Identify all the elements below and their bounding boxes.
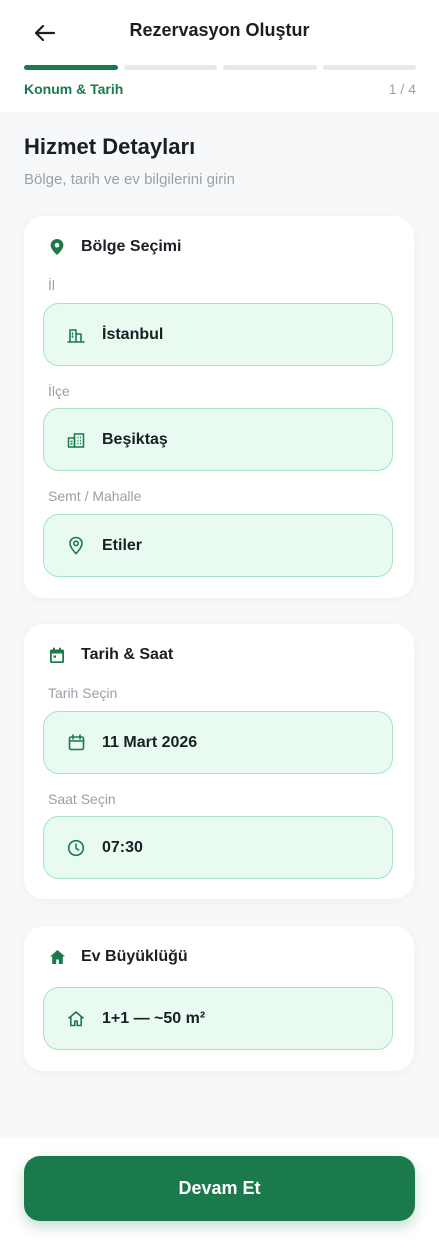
- home-size-card-header: Ev Büyüklüğü: [48, 948, 188, 966]
- date-label: Tarih Seçin: [48, 685, 118, 701]
- region-card-header: Bölge Seçimi: [48, 238, 181, 256]
- location-outline-icon: [66, 536, 86, 556]
- home-size-card: Ev Büyüklüğü 1+1 — ~50 m²: [24, 926, 414, 1071]
- app-header: Rezervasyon Oluştur Konum & Tarih 1 / 4: [0, 0, 439, 112]
- home-icon: [48, 948, 66, 966]
- district-select[interactable]: Beşiktaş: [43, 408, 393, 471]
- home-size-select[interactable]: 1+1 — ~50 m²: [43, 987, 393, 1050]
- calendar-icon: [48, 646, 66, 664]
- province-select[interactable]: İstanbul: [43, 303, 393, 366]
- district-buildings-icon: [66, 430, 86, 450]
- datetime-card: Tarih & Saat Tarih Seçin 11 Mart 2026 Sa…: [24, 624, 414, 899]
- calendar-outline-icon: [66, 733, 86, 753]
- continue-button[interactable]: Devam Et: [24, 1156, 415, 1221]
- province-value: İstanbul: [102, 325, 164, 343]
- clock-icon: [66, 838, 86, 858]
- province-label: İl: [48, 277, 55, 293]
- neighborhood-value: Etiler: [102, 536, 143, 554]
- time-picker[interactable]: 07:30: [43, 816, 393, 879]
- progress-segment-1: [24, 65, 118, 70]
- district-label: İlçe: [48, 383, 70, 399]
- step-progress-bar: [24, 65, 416, 70]
- datetime-card-title: Tarih & Saat: [81, 646, 174, 663]
- date-value: 11 Mart 2026: [102, 733, 198, 751]
- step-counter: 1 / 4: [388, 81, 416, 97]
- neighborhood-label: Semt / Mahalle: [48, 488, 142, 504]
- bottom-action-bar: Devam Et: [0, 1138, 439, 1248]
- district-value: Beşiktaş: [102, 430, 168, 448]
- time-label: Saat Seçin: [48, 791, 116, 807]
- region-card-title: Bölge Seçimi: [81, 238, 182, 255]
- city-building-icon: [66, 325, 86, 345]
- location-pin-icon: [48, 238, 66, 256]
- home-size-card-title: Ev Büyüklüğü: [81, 948, 188, 965]
- current-step-label: Konum & Tarih: [24, 81, 124, 97]
- progress-segment-3: [223, 65, 317, 70]
- home-size-value: 1+1 — ~50 m²: [102, 1009, 206, 1027]
- page-title: Rezervasyon Oluştur: [129, 20, 310, 40]
- section-subtitle: Bölge, tarih ve ev bilgilerini girin: [24, 171, 235, 188]
- home-outline-icon: [66, 1009, 86, 1029]
- region-card: Bölge Seçimi İl İstanbul İlçe Beşiktaş S…: [24, 216, 414, 598]
- time-value: 07:30: [102, 838, 143, 856]
- neighborhood-select[interactable]: Etiler: [43, 514, 393, 577]
- progress-segment-4: [322, 65, 416, 70]
- section-title: Hizmet Detayları: [24, 134, 196, 159]
- progress-segment-2: [123, 65, 217, 70]
- datetime-card-header: Tarih & Saat: [48, 646, 173, 664]
- date-picker[interactable]: 11 Mart 2026: [43, 711, 393, 774]
